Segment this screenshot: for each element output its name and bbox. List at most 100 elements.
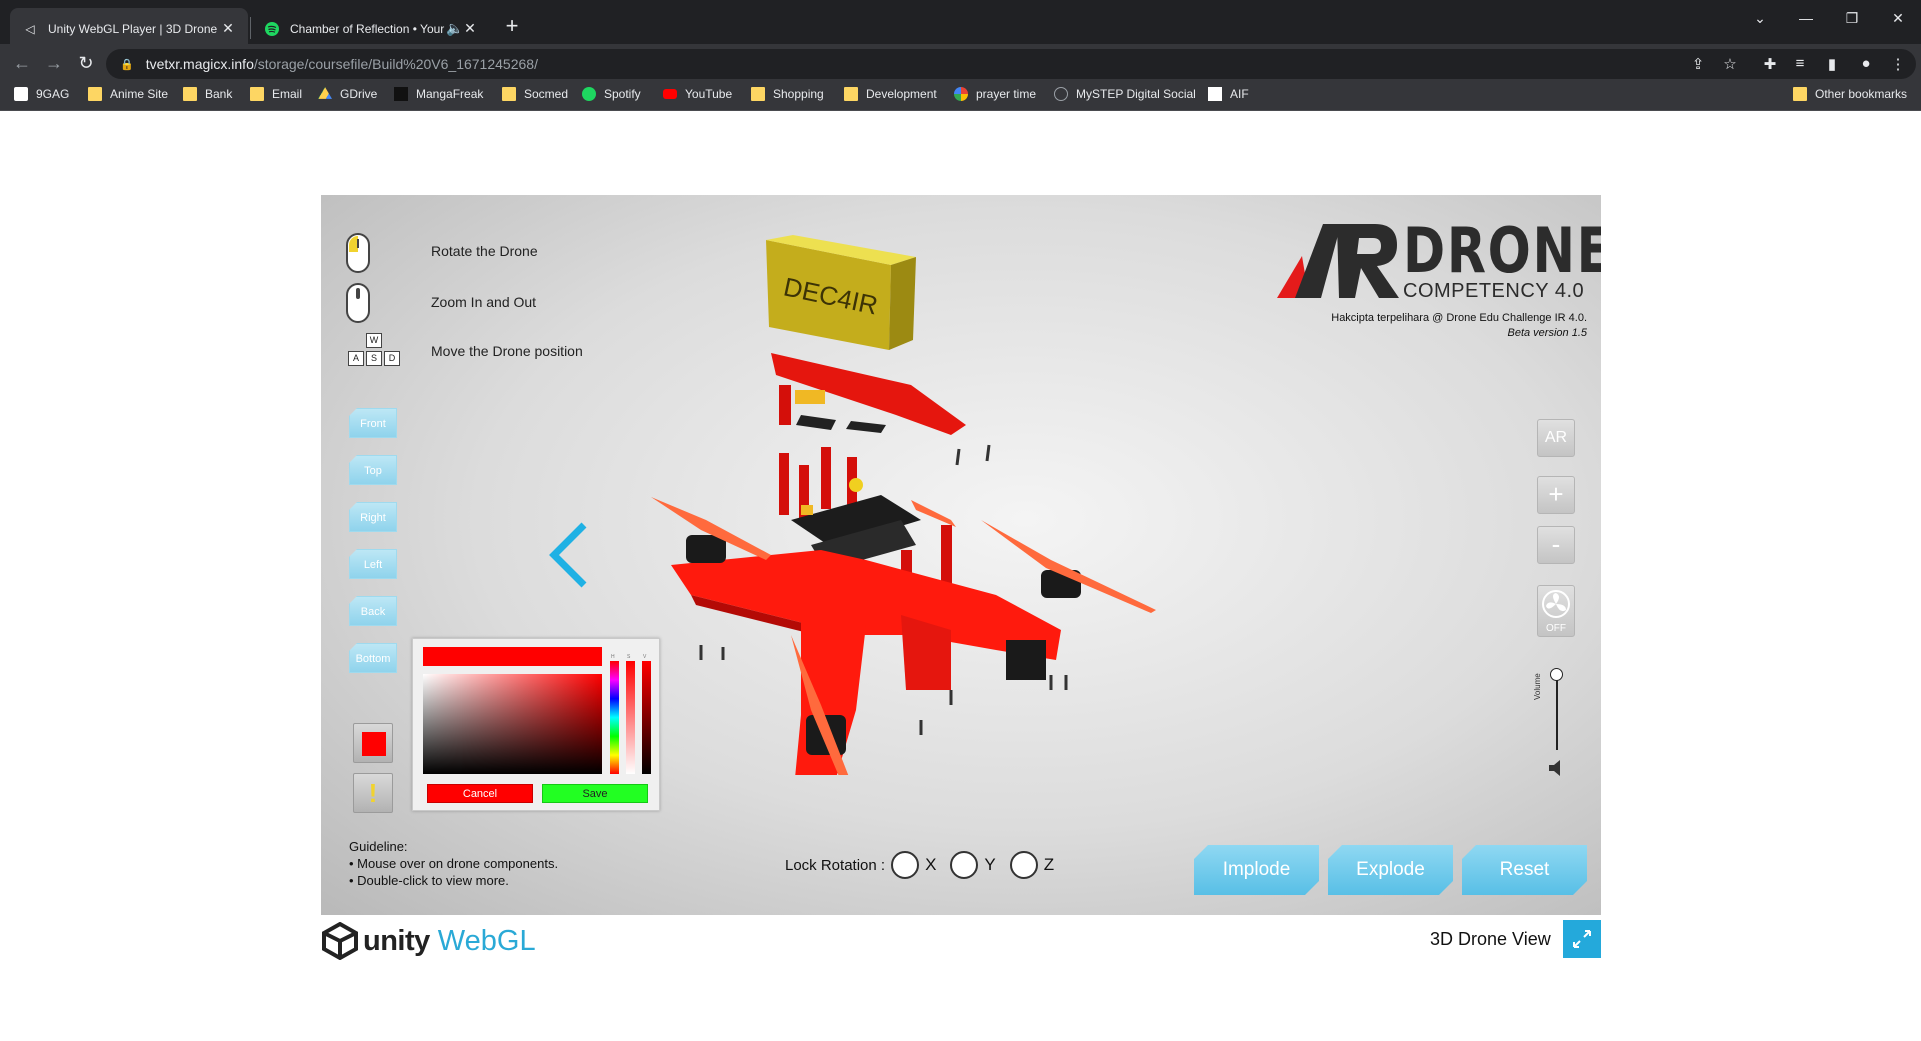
ar-logo-icon [1277, 224, 1399, 298]
reset-button[interactable]: Reset [1462, 845, 1587, 895]
volume-slider-handle[interactable] [1550, 668, 1563, 681]
drone-3d-model[interactable]: DEC4IR [651, 235, 1171, 775]
minimize-icon[interactable]: — [1786, 10, 1826, 26]
implode-button[interactable]: Implode [1194, 845, 1319, 895]
selected-color-preview [423, 647, 602, 666]
close-tab-icon[interactable]: ✕ [220, 20, 236, 37]
sidepanel-icon[interactable]: ▮ [1822, 55, 1842, 73]
cancel-button[interactable]: Cancel [427, 784, 533, 803]
hint-zoom: Zoom In and Out [346, 283, 536, 323]
view-left-button[interactable]: Left [349, 549, 397, 579]
globe-icon [1054, 87, 1068, 101]
ar-button[interactable]: AR [1537, 419, 1575, 457]
bookmark-email[interactable]: Email [250, 87, 302, 101]
value-slider[interactable] [642, 661, 651, 774]
bookmark-prayer-time[interactable]: prayer time [954, 87, 1036, 101]
hint-move: W A S D Move the Drone position [346, 333, 583, 369]
copyright-text: Hakcipta terpelihara @ Drone Edu Challen… [1331, 312, 1587, 324]
warning-icon[interactable]: ! [353, 773, 393, 813]
color-swatch-button[interactable] [353, 723, 393, 763]
view-bottom-button[interactable]: Bottom [349, 643, 397, 673]
hint-rotate: Rotate the Drone [346, 233, 538, 273]
guideline-line: • Double-click to view more. [349, 873, 509, 888]
save-button[interactable]: Save [542, 784, 648, 803]
lock-x-radio[interactable] [891, 851, 920, 879]
volume-slider[interactable] [1556, 675, 1558, 750]
bookmark-gdrive[interactable]: GDrive [318, 87, 377, 101]
bookmark-mangafreak[interactable]: MangaFreak [394, 87, 483, 101]
color-picker-panel: H S V Cancel Save [412, 638, 660, 811]
view-front-button[interactable]: Front [349, 408, 397, 438]
restore-icon[interactable]: ❐ [1832, 10, 1872, 27]
tab-title: Chamber of Reflection • Your [290, 21, 445, 36]
tab-separator [250, 17, 251, 39]
media-icon[interactable]: ≡ [1790, 55, 1810, 72]
folder-icon [88, 87, 102, 101]
lock-z-radio[interactable] [1009, 851, 1038, 879]
hue-slider[interactable] [610, 661, 619, 774]
ar-drone-logo: DRONE COMPETENCY 4.0 Hakcipta terpelihar… [1277, 220, 1601, 350]
back-icon[interactable]: ← [10, 52, 34, 76]
mangafreak-icon [394, 87, 408, 101]
lock-rotation-group: Lock Rotation : X Y Z [785, 851, 1062, 879]
hint-rotate-label: Rotate the Drone [431, 243, 538, 259]
profile-avatar-icon[interactable]: ● [1856, 55, 1876, 72]
bookmark-socmed[interactable]: Socmed [502, 87, 568, 101]
menu-icon[interactable]: ⋮ [1888, 55, 1908, 73]
new-tab-button[interactable]: + [498, 13, 526, 41]
forward-icon[interactable]: → [42, 52, 66, 76]
close-tab-icon[interactable]: ✕ [462, 20, 478, 37]
url-path: /storage/coursefile/Build%20V6_167124526… [253, 56, 538, 72]
mouse-scroll-icon [346, 283, 370, 323]
url-host: tvetxr.magicx.info [145, 56, 254, 72]
view-back-button[interactable]: Back [349, 596, 397, 626]
fan-icon [1542, 590, 1570, 618]
zoom-out-button[interactable]: - [1537, 526, 1575, 564]
bookmark-mystep[interactable]: MySTEP Digital Social [1054, 87, 1196, 101]
webgl-wordmark: WebGL [437, 924, 536, 957]
aif-icon [1208, 87, 1222, 101]
bookmark-development[interactable]: Development [844, 87, 937, 101]
folder-icon [250, 87, 264, 101]
view-top-button[interactable]: Top [349, 455, 397, 485]
bookmark-anime-site[interactable]: Anime Site [88, 87, 168, 101]
gdrive-icon [318, 87, 332, 99]
unity-canvas[interactable]: Rotate the Drone Zoom In and Out W A S D… [321, 195, 1601, 915]
address-bar[interactable]: 🔒 tvetxr.magicx.info/storage/coursefile/… [106, 49, 1916, 79]
google-icon [954, 87, 968, 101]
share-icon[interactable]: ⇪ [1688, 55, 1708, 73]
page-title: 3D Drone View [1430, 929, 1551, 949]
tab-search-icon[interactable]: ⌄ [1740, 10, 1780, 27]
bookmark-youtube[interactable]: YouTube [663, 87, 732, 101]
unity-wordmark: unity [363, 924, 430, 957]
propeller-toggle-button[interactable]: OFF [1537, 585, 1575, 637]
9gag-icon [14, 87, 28, 101]
speaker-icon[interactable]: 🔈 [446, 20, 463, 37]
view-right-button[interactable]: Right [349, 502, 397, 532]
folder-icon [502, 87, 516, 101]
bookmark-shopping[interactable]: Shopping [751, 87, 824, 101]
guideline-line: • Mouse over on drone components. [349, 856, 559, 871]
saturation-value-picker[interactable] [423, 674, 602, 774]
bookmark-bank[interactable]: Bank [183, 87, 232, 101]
bookmark-star-icon[interactable]: ☆ [1720, 55, 1740, 73]
chevron-left-icon[interactable] [546, 520, 596, 590]
explode-button[interactable]: Explode [1328, 845, 1453, 895]
browser-toolbar: ← → ↻ 🔒 tvetxr.magicx.info/storage/cours… [0, 44, 1921, 84]
tab-unity-webgl[interactable]: ◁ Unity WebGL Player | 3D Drone V ✕ [10, 8, 248, 49]
close-window-icon[interactable]: ✕ [1878, 10, 1918, 27]
lock-y-radio[interactable] [950, 851, 979, 879]
speaker-icon[interactable] [1549, 760, 1567, 776]
reload-icon[interactable]: ↻ [74, 52, 98, 76]
saturation-slider[interactable] [626, 661, 635, 774]
tab-title: Unity WebGL Player | 3D Drone V [48, 21, 220, 36]
bookmark-9gag[interactable]: 9GAG [14, 87, 69, 101]
zoom-in-button[interactable]: + [1537, 476, 1575, 514]
folder-icon [751, 87, 765, 101]
tab-spotify[interactable]: Chamber of Reflection • Your 🔈 ✕ [252, 8, 490, 49]
fullscreen-button[interactable] [1563, 920, 1601, 958]
extensions-icon[interactable]: ✚ [1760, 55, 1780, 73]
bookmark-spotify[interactable]: Spotify [582, 87, 641, 101]
bookmark-aif[interactable]: AIF [1208, 87, 1249, 101]
bookmark-other[interactable]: Other bookmarks [1793, 87, 1907, 101]
